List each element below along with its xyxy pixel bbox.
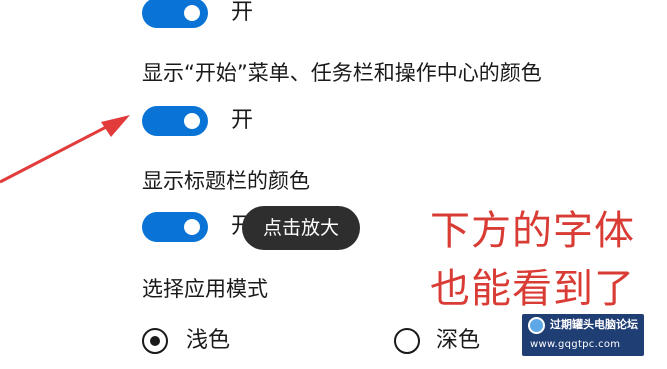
- settings-page: 开 显示“开始”菜单、任务栏和操作中心的颜色 开 显示标题栏的颜色 开 点击放大…: [0, 0, 667, 369]
- watermark-logo-icon: [528, 317, 545, 334]
- watermark-url: www.gqgtpc.com: [530, 339, 621, 350]
- site-watermark: 过期罐头电脑论坛 www.gqgtpc.com: [522, 314, 644, 356]
- watermark-title: 过期罐头电脑论坛: [550, 318, 638, 331]
